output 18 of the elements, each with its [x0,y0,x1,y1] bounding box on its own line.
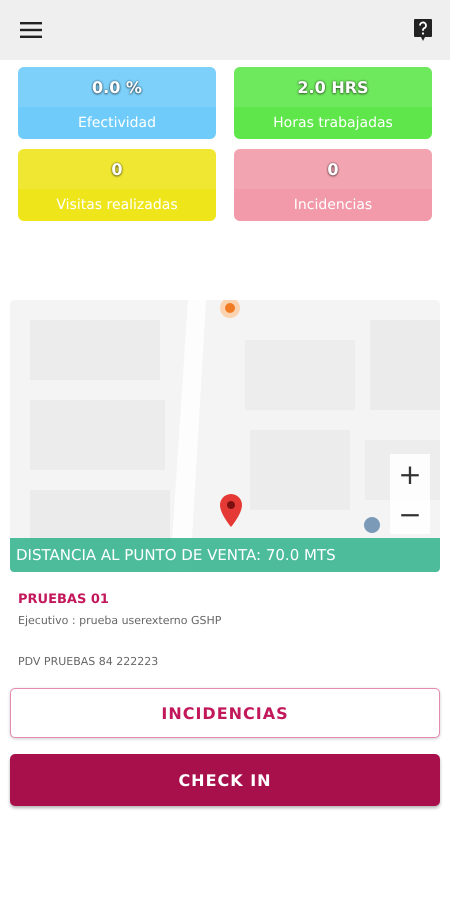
stat-label: Efectividad [77,114,157,133]
stat-value: 0 [327,160,339,178]
check-in-button[interactable]: CHECK IN [10,754,440,806]
stat-label: Visitas realizadas [55,196,179,215]
stat-value: 0 [111,160,123,178]
pdv-text: PDV PRUEBAS 84 222223 [18,655,160,668]
zoom-out-button[interactable]: − [390,494,430,534]
stat-value: 2.0 HRS [297,78,369,96]
stat-label: Incidencias [292,196,374,215]
executive-text: Ejecutivo : prueba userexterno GSHP [18,614,222,627]
help-icon[interactable] [413,18,433,42]
stat-label: Horas trabajadas [272,114,394,133]
zoom-in-button[interactable]: + [390,454,430,494]
distance-banner: DISTANCIA AL PUNTO DE VENTA: 70.0 MTS [10,538,440,572]
incidents-button[interactable]: INCIDENCIAS [10,688,440,738]
store-name: PRUEBAS 01 [18,592,110,607]
menu-icon[interactable] [20,22,42,38]
stat-value: 0.0 % [92,78,142,96]
